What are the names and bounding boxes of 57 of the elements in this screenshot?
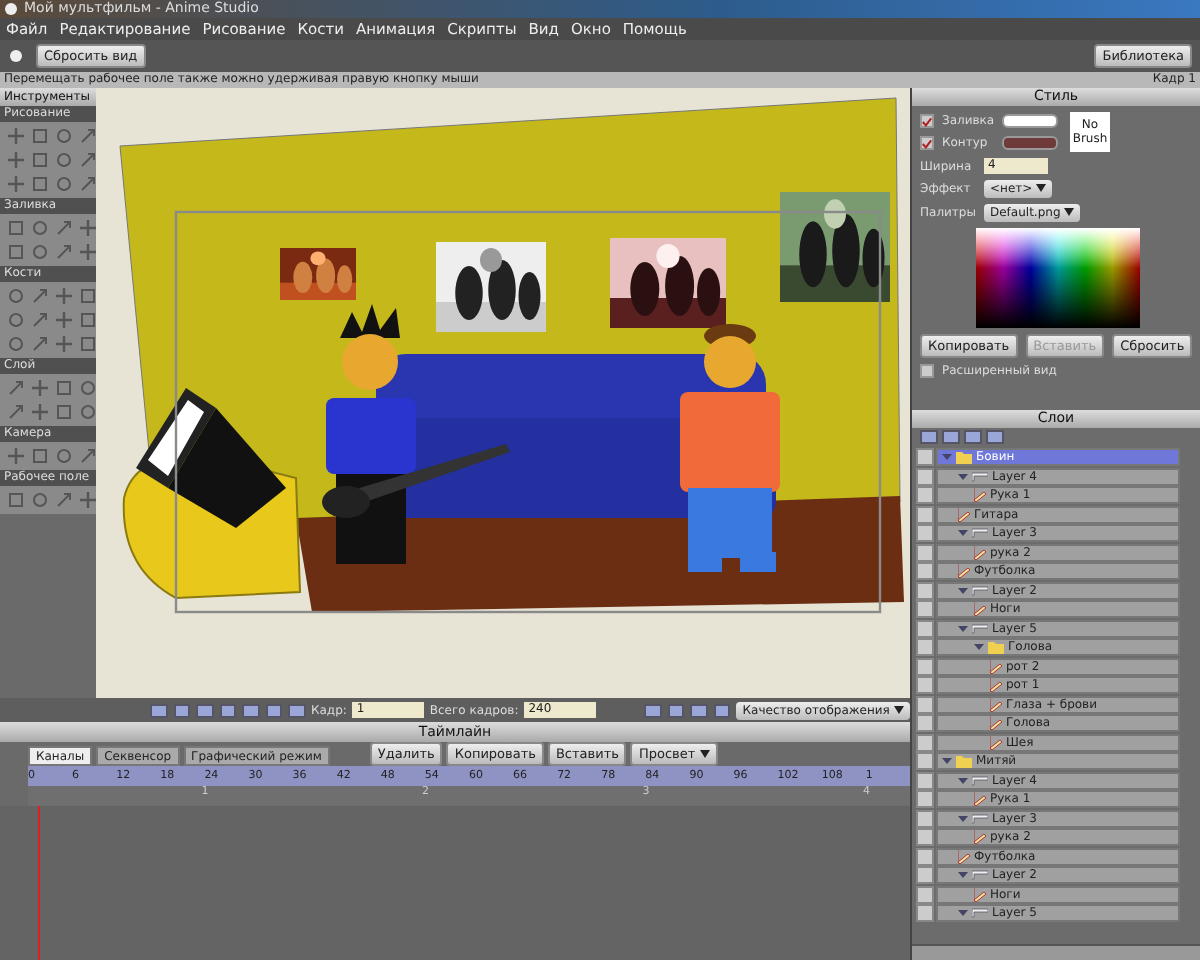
collapse-icon[interactable]	[958, 908, 968, 918]
pen-icon	[958, 849, 970, 863]
collapse-icon[interactable]	[958, 870, 968, 880]
pen-icon	[990, 659, 1002, 673]
collapse-icon[interactable]	[958, 471, 968, 481]
collapse-icon[interactable]	[958, 585, 968, 595]
bone-icon	[972, 585, 988, 595]
bone-icon	[972, 623, 988, 633]
tool-icon[interactable]	[78, 126, 98, 146]
pen-icon	[990, 735, 1002, 749]
pen-icon	[974, 830, 986, 844]
color-swatch[interactable]	[1002, 114, 1058, 128]
pen-icon	[990, 716, 1002, 730]
folder-icon	[988, 641, 1004, 653]
tool-icon[interactable]	[78, 218, 98, 238]
caret-icon	[1064, 208, 1075, 217]
pen-icon	[990, 697, 1002, 711]
caret-icon	[893, 705, 904, 714]
tool-icon[interactable]	[78, 490, 98, 510]
pen-icon	[990, 678, 1002, 692]
canvas[interactable]	[96, 88, 910, 698]
tool-icon[interactable]	[78, 242, 98, 262]
folder-icon	[956, 755, 972, 767]
collapse-icon[interactable]	[942, 756, 952, 766]
bone-icon	[972, 528, 988, 538]
timeline-tracks[interactable]	[0, 806, 910, 960]
pen-icon	[974, 488, 986, 502]
caret-icon	[1036, 184, 1047, 193]
pen-icon	[958, 564, 970, 578]
checkbox[interactable]	[920, 364, 934, 378]
bone-icon	[972, 908, 988, 918]
collapse-icon[interactable]	[958, 813, 968, 823]
checkbox[interactable]	[920, 114, 934, 128]
pen-icon	[974, 792, 986, 806]
tool-icon[interactable]	[78, 150, 98, 170]
checkbox[interactable]	[920, 136, 934, 150]
collapse-icon[interactable]	[958, 775, 968, 785]
tool-icon[interactable]	[78, 446, 98, 466]
pen-icon	[974, 887, 986, 901]
bone-icon	[972, 471, 988, 481]
collapse-icon[interactable]	[942, 452, 952, 462]
pen-icon	[958, 507, 970, 521]
color-swatch[interactable]	[1002, 136, 1058, 150]
color-picker[interactable]	[976, 228, 1140, 328]
folder-icon	[956, 451, 972, 463]
pen-icon	[974, 545, 986, 559]
collapse-icon[interactable]	[958, 623, 968, 633]
bone-icon	[972, 775, 988, 785]
collapse-icon[interactable]	[974, 642, 984, 652]
caret-icon	[699, 750, 710, 759]
collapse-icon[interactable]	[958, 528, 968, 538]
pen-icon	[974, 602, 986, 616]
scrollbar[interactable]	[912, 944, 1200, 960]
bone-icon	[972, 813, 988, 823]
tool-icon[interactable]	[78, 174, 98, 194]
bone-icon	[972, 870, 988, 880]
app-icon	[4, 2, 18, 16]
